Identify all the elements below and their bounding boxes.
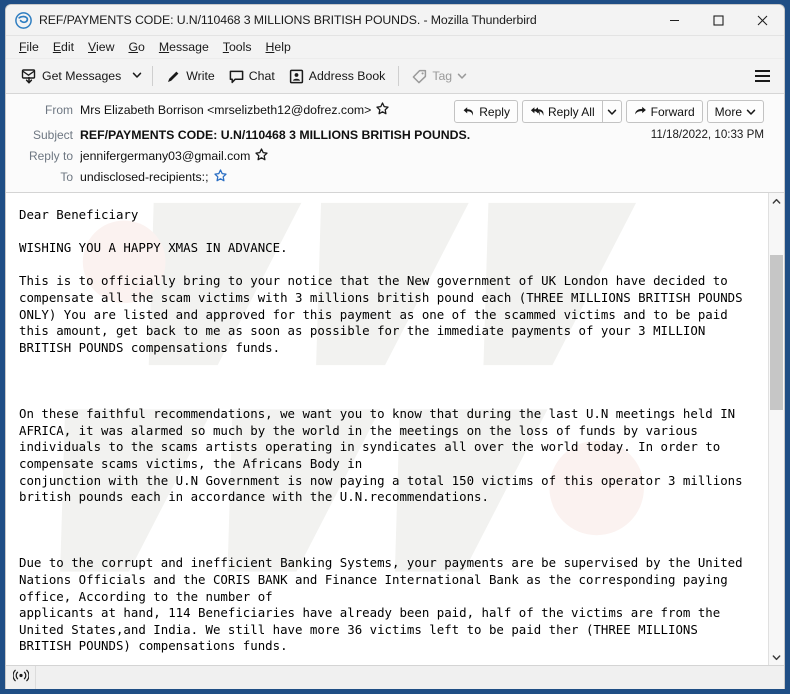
hamburger-menu-icon[interactable] [747, 63, 778, 89]
close-icon[interactable] [740, 5, 784, 36]
menu-file[interactable]: File [12, 38, 46, 56]
from-line: From Mrs Elizabeth Borrison <mrselizbeth… [6, 99, 454, 120]
message-scroll-area: Dear Beneficiary WISHING YOU A HAPPY XMA… [6, 193, 768, 665]
replyto-value: jennifergermany03@gmail.com [80, 147, 269, 164]
reply-all-button[interactable]: Reply All [521, 100, 602, 123]
replyto-address[interactable]: jennifergermany03@gmail.com [80, 149, 250, 163]
message-pane: Dear Beneficiary WISHING YOU A HAPPY XMA… [6, 193, 784, 665]
from-address[interactable]: Mrs Elizabeth Borrison <mrselizbeth12@do… [80, 103, 371, 117]
forward-arrow-icon [634, 105, 647, 118]
thunderbird-icon [15, 11, 32, 29]
message-actions: Reply Reply All Forward More [454, 99, 774, 123]
star-outline-blue-icon[interactable] [213, 168, 227, 185]
reply-all-label: Reply All [547, 104, 595, 119]
pencil-icon [166, 69, 181, 84]
menu-view[interactable]: View [81, 38, 121, 56]
online-status-icon [11, 669, 30, 687]
minimize-icon[interactable] [652, 5, 696, 36]
vertical-scrollbar[interactable] [768, 193, 784, 665]
to-label: To [60, 169, 73, 184]
scrollbar-thumb[interactable] [770, 255, 783, 410]
subject-label: Subject [32, 127, 73, 142]
more-label: More [714, 104, 742, 119]
chevron-down-icon [607, 107, 617, 117]
chevron-down-icon[interactable] [769, 649, 785, 665]
menu-go[interactable]: Go [121, 38, 151, 56]
header-to-row: To undisclosed-recipients:; [6, 166, 784, 187]
reply-label: Reply [479, 104, 510, 119]
chevron-down-icon [457, 71, 467, 81]
maximize-icon[interactable] [696, 5, 740, 36]
address-book-icon [289, 69, 304, 84]
chat-button[interactable]: Chat [222, 65, 282, 88]
write-label: Write [186, 69, 215, 83]
reply-all-group: Reply All [521, 100, 622, 123]
window-controls [652, 5, 784, 36]
statusbar-empty-area [36, 666, 784, 689]
address-book-label: Address Book [308, 69, 386, 83]
menu-message[interactable]: Message [152, 38, 216, 56]
chat-label: Chat [248, 69, 275, 83]
menu-tools[interactable]: Tools [216, 38, 259, 56]
tag-label: Tag [432, 69, 453, 83]
get-messages-label: Get Messages [42, 69, 122, 83]
message-timestamp: 11/18/2022, 10:33 PM [650, 128, 764, 141]
window-inner: REF/PAYMENTS CODE: U.N/110468 3 MILLIONS… [5, 4, 785, 689]
main-toolbar: Get Messages Write Chat Address Book Tag [6, 59, 784, 94]
star-icon[interactable] [376, 101, 389, 118]
download-mail-icon [21, 68, 37, 84]
chevron-up-icon[interactable] [769, 193, 785, 209]
header-subject-row: Subject REF/PAYMENTS CODE: U.N/110468 3 … [6, 124, 784, 145]
forward-label: Forward [650, 104, 695, 119]
titlebar: REF/PAYMENTS CODE: U.N/110468 3 MILLIONS… [6, 5, 784, 36]
menu-help[interactable]: Help [259, 38, 298, 56]
window-title: REF/PAYMENTS CODE: U.N/110468 3 MILLIONS… [39, 13, 537, 27]
toolbar-separator-2 [398, 66, 400, 86]
toolbar-separator [152, 66, 154, 86]
from-label: From [45, 102, 73, 117]
menubar: File Edit View Go Message Tools Help [6, 36, 784, 59]
statusbar [6, 665, 784, 689]
to-value: undisclosed-recipients:; [80, 168, 227, 185]
scrollbar-track[interactable] [769, 209, 784, 649]
chevron-down-icon [132, 67, 142, 85]
reply-button[interactable]: Reply [454, 100, 518, 123]
star-icon[interactable] [255, 147, 269, 164]
header-replyto-row: Reply to jennifergermany03@gmail.com [6, 145, 784, 166]
replyto-label: Reply to [28, 148, 73, 163]
message-body-text: Dear Beneficiary WISHING YOU A HAPPY XMA… [19, 207, 743, 654]
subject-value: REF/PAYMENTS CODE: U.N/110468 3 MILLIONS… [80, 127, 471, 142]
menu-edit[interactable]: Edit [46, 38, 81, 56]
reply-all-dropdown[interactable] [601, 100, 622, 123]
get-messages-button[interactable]: Get Messages [14, 64, 128, 88]
reply-arrow-icon [462, 105, 475, 118]
tag-icon [412, 69, 427, 84]
thunderbird-window: REF/PAYMENTS CODE: U.N/110468 3 MILLIONS… [0, 0, 790, 694]
online-status-cell[interactable] [6, 666, 36, 689]
tag-button[interactable]: Tag [405, 65, 474, 88]
message-header: From Mrs Elizabeth Borrison <mrselizbeth… [6, 94, 784, 193]
write-button[interactable]: Write [159, 65, 221, 88]
to-address[interactable]: undisclosed-recipients:; [80, 170, 209, 184]
reply-all-arrow-icon [530, 105, 544, 118]
more-button[interactable]: More [706, 100, 764, 123]
from-value: Mrs Elizabeth Borrison <mrselizbeth12@do… [80, 101, 389, 118]
forward-button[interactable]: Forward [625, 100, 703, 123]
chat-bubble-icon [229, 69, 244, 84]
get-messages-dropdown[interactable] [128, 63, 146, 89]
address-book-button[interactable]: Address Book [282, 65, 393, 88]
chevron-down-icon [746, 107, 756, 117]
header-from-row: From Mrs Elizabeth Borrison <mrselizbeth… [6, 98, 784, 124]
